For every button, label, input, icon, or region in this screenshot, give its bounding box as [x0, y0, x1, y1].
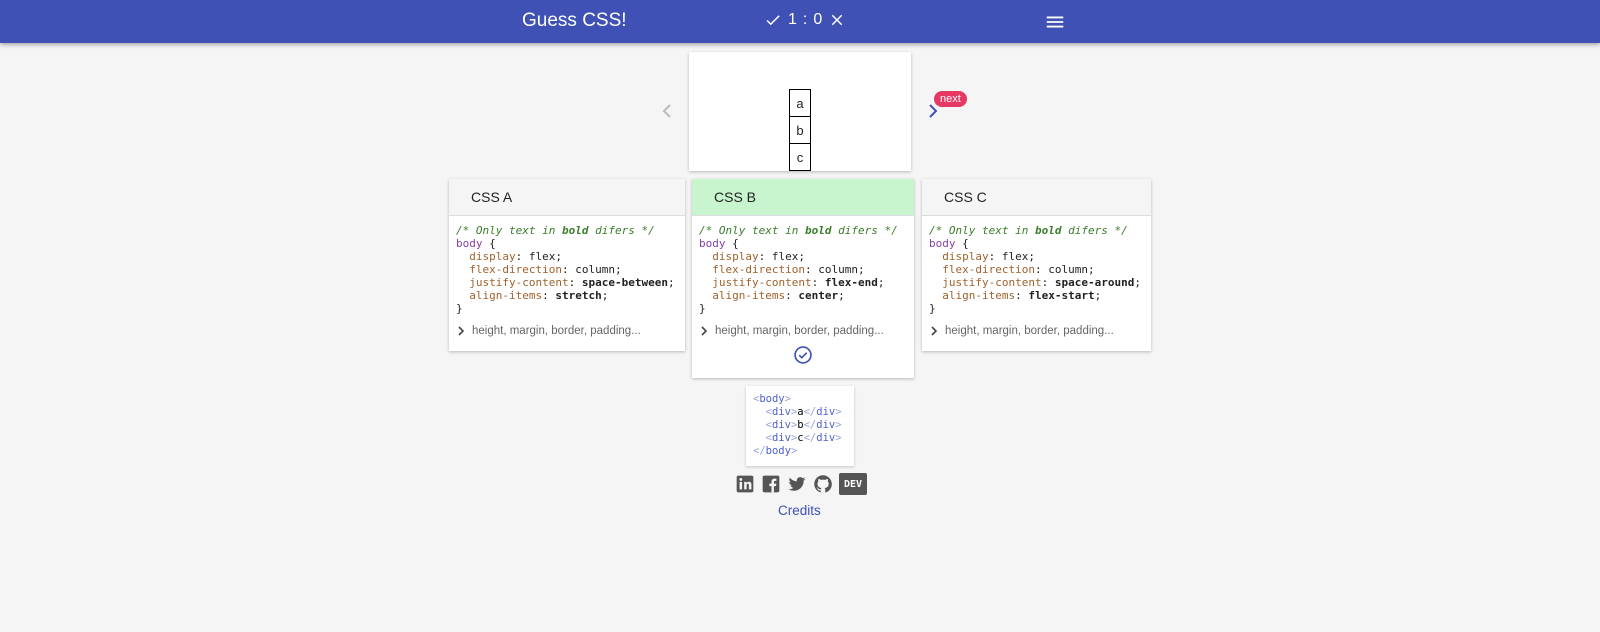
css-code-c: /* Only text in bold difers */ body { di… — [929, 224, 1141, 315]
social-links: DEV — [735, 473, 867, 495]
close-icon — [832, 14, 843, 26]
preview-item-a: a — [789, 89, 811, 117]
css-option-b-title[interactable]: CSS B — [692, 179, 914, 216]
html-snippet: <body> <div>a</div> <div>b</div> <div>c<… — [746, 386, 854, 466]
score-separator: : — [802, 11, 808, 28]
chevron-left-icon — [662, 104, 671, 118]
expand-more-label: height, margin, border, padding... — [715, 325, 884, 337]
previous-button[interactable] — [660, 102, 674, 120]
css-code-b: /* Only text in bold difers */ body { di… — [699, 224, 898, 315]
css-code-a: /* Only text in bold difers */ body { di… — [456, 224, 675, 315]
check-circle-icon — [794, 346, 812, 364]
chevron-right-icon — [701, 326, 708, 336]
facebook-icon[interactable] — [761, 474, 781, 494]
css-option-c-title[interactable]: CSS C — [922, 179, 1151, 216]
score-wrong: 0 — [813, 11, 823, 28]
credits-link[interactable]: Credits — [778, 503, 821, 518]
chevron-right-icon — [458, 326, 465, 336]
dev-icon[interactable]: DEV — [839, 473, 867, 495]
twitter-icon[interactable] — [787, 474, 807, 494]
expand-more-label: height, margin, border, padding... — [945, 325, 1114, 337]
css-option-b[interactable]: CSS B /* Only text in bold difers */ bod… — [692, 179, 914, 378]
github-icon[interactable] — [813, 474, 833, 494]
preview-item-b: b — [789, 116, 811, 144]
menu-button[interactable] — [1044, 11, 1066, 33]
next-badge[interactable]: next — [934, 91, 967, 107]
score-display: 1 : 0 — [764, 11, 846, 29]
css-option-a-title[interactable]: CSS A — [449, 179, 685, 216]
app-title: Guess CSS! — [522, 10, 627, 31]
chevron-right-icon — [931, 326, 938, 336]
css-option-a[interactable]: CSS A /* Only text in bold difers */ bod… — [449, 179, 685, 351]
expand-more-label: height, margin, border, padding... — [472, 325, 641, 337]
expand-more-a[interactable]: height, margin, border, padding... — [449, 315, 685, 337]
score-correct: 1 — [788, 11, 797, 28]
css-option-c[interactable]: CSS C /* Only text in bold difers */ bod… — [922, 179, 1151, 351]
result-preview: a b c — [689, 52, 911, 171]
check-icon — [766, 15, 780, 26]
menu-icon — [1046, 16, 1064, 28]
expand-more-b[interactable]: height, margin, border, padding... — [692, 315, 914, 337]
expand-more-c[interactable]: height, margin, border, padding... — [922, 315, 1151, 337]
top-app-bar: Guess CSS! 1 : 0 — [0, 0, 1600, 43]
linkedin-icon[interactable] — [735, 474, 755, 494]
preview-item-c: c — [789, 143, 811, 171]
